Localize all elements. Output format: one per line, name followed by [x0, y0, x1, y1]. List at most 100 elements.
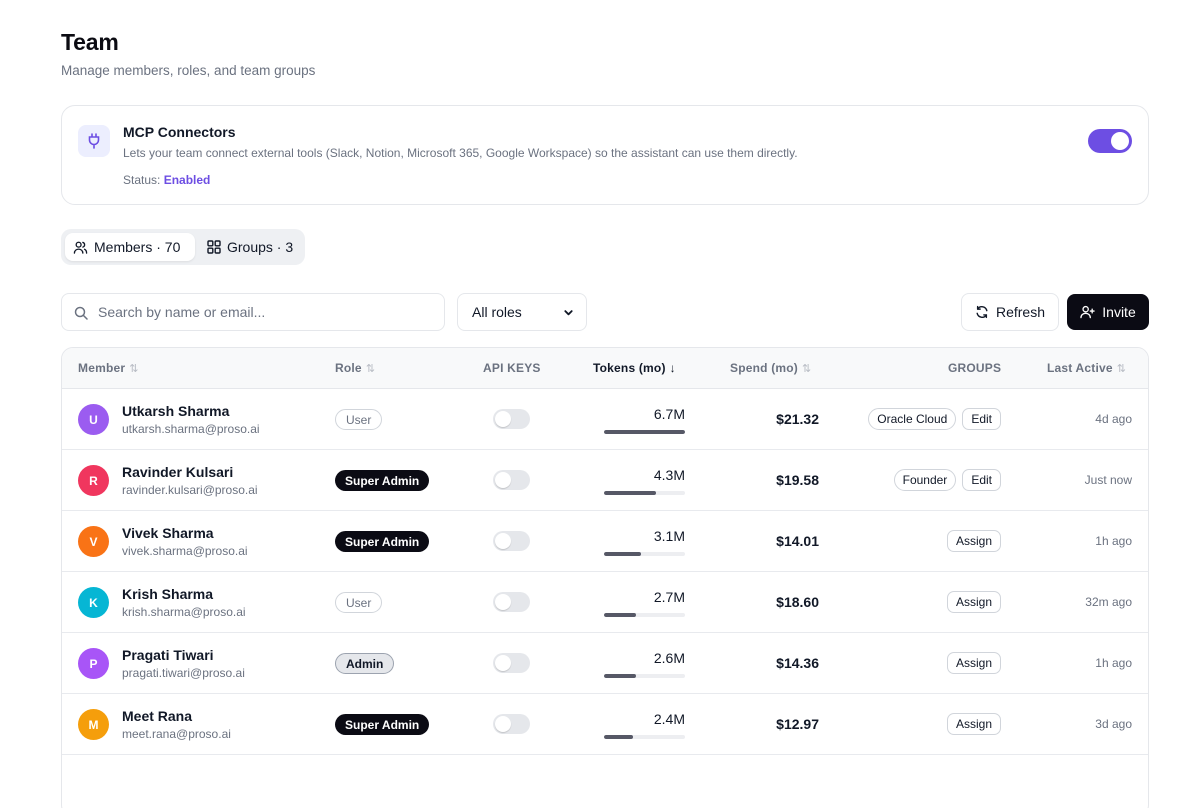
col-groups: GROUPS: [948, 361, 1002, 375]
edit-groups-button[interactable]: Edit: [962, 408, 1001, 430]
member-email: utkarsh.sharma@proso.ai: [122, 422, 260, 436]
refresh-label: Refresh: [995, 304, 1046, 320]
chevron-down-icon: [564, 310, 573, 316]
col-member[interactable]: Member ⇅: [78, 361, 139, 375]
groups-cell: Oracle Cloud Edit: [868, 408, 1001, 430]
tab-groups-label: Groups · 3: [227, 239, 294, 255]
assign-group-button[interactable]: Assign: [946, 713, 1001, 735]
spend-value: $14.36: [776, 655, 819, 671]
view-tabs: Members · 70 Groups · 3: [61, 229, 305, 265]
api-keys-toggle[interactable]: [493, 653, 530, 673]
assign-group-button[interactable]: Assign: [946, 591, 1001, 613]
assign-group-button[interactable]: Assign: [946, 652, 1001, 674]
last-active: Just now: [1084, 473, 1132, 487]
api-keys-toggle[interactable]: [493, 592, 530, 612]
mcp-status: Status: Enabled: [123, 173, 210, 187]
avatar: R: [78, 465, 109, 496]
table-row[interactable]: R Ravinder Kulsari ravinder.kulsari@pros…: [62, 450, 1148, 511]
member-name: Ravinder Kulsari: [122, 464, 234, 480]
mcp-status-label: Status:: [123, 173, 161, 187]
tokens-value: 2.4M: [653, 711, 685, 727]
sort-icon: ⇅: [1116, 362, 1127, 375]
avatar: U: [78, 404, 109, 435]
role-badge[interactable]: User: [335, 409, 383, 430]
mcp-toggle[interactable]: [1088, 129, 1132, 153]
groups-cell: Assign: [946, 652, 1001, 674]
member-name: Utkarsh Sharma: [122, 403, 230, 419]
sort-icon: ⇅: [802, 362, 812, 375]
col-last-active[interactable]: Last Active ⇅: [1047, 361, 1126, 375]
table-row[interactable]: V Vivek Sharma vivek.sharma@proso.ai Sup…: [62, 511, 1148, 572]
last-active: 1h ago: [1095, 534, 1132, 548]
tokens-bar: [604, 491, 685, 495]
spend-value: $21.32: [776, 411, 819, 427]
col-tokens[interactable]: Tokens (mo) ↓: [593, 361, 676, 375]
table-header: Member ⇅ Role ⇅ API KEYS Tokens (mo) ↓ Spen…: [62, 348, 1148, 389]
spend-value: $19.58: [776, 472, 819, 488]
last-active: 1h ago: [1095, 656, 1132, 670]
tokens-bar: [604, 674, 685, 678]
search-icon: [74, 306, 88, 320]
last-active: 4d ago: [1095, 412, 1132, 426]
page-title: Team: [61, 29, 119, 55]
role-badge[interactable]: Super Admin: [335, 531, 430, 552]
avatar: M: [78, 709, 109, 740]
api-keys-toggle[interactable]: [493, 470, 530, 490]
col-spend[interactable]: Spend (mo) ⇅: [730, 361, 811, 375]
assign-group-button[interactable]: Assign: [946, 530, 1001, 552]
members-table: Member ⇅ Role ⇅ API KEYS Tokens (mo) ↓ Spen…: [61, 347, 1149, 808]
groups-cell: Assign: [946, 591, 1001, 613]
last-active: 3d ago: [1095, 717, 1132, 731]
table-row[interactable]: K Krish Sharma krish.sharma@proso.ai Use…: [62, 572, 1148, 633]
table-row[interactable]: P Pragati Tiwari pragati.tiwari@proso.ai…: [62, 633, 1148, 694]
col-role[interactable]: Role ⇅: [335, 361, 375, 375]
edit-groups-button[interactable]: Edit: [962, 469, 1001, 491]
group-chip: Founder: [893, 469, 957, 491]
refresh-icon: [976, 305, 988, 319]
role-filter-select[interactable]: All roles: [457, 293, 587, 331]
refresh-button[interactable]: Refresh: [961, 293, 1059, 331]
member-name: Vivek Sharma: [122, 525, 214, 541]
member-name: Meet Rana: [122, 708, 193, 724]
search-box: [61, 293, 445, 331]
col-api-keys: API KEYS: [483, 361, 541, 375]
tokens-bar: [604, 735, 685, 739]
sort-icon: ⇅: [129, 362, 139, 375]
member-email: meet.rana@proso.ai: [122, 727, 231, 741]
tab-members[interactable]: Members · 70: [65, 233, 195, 261]
tokens-bar: [604, 613, 685, 617]
tokens-value: 4.3M: [653, 467, 685, 483]
table-row[interactable]: U Utkarsh Sharma utkarsh.sharma@proso.ai…: [62, 389, 1148, 450]
group-chip: Oracle Cloud: [868, 408, 957, 430]
avatar: P: [78, 648, 109, 679]
tokens-bar: [604, 430, 685, 434]
tokens-bar: [604, 552, 685, 556]
groups-cell: Founder Edit: [893, 469, 1001, 491]
tokens-value: 2.6M: [653, 650, 685, 666]
table-row[interactable]: M Meet Rana meet.rana@proso.ai Super Adm…: [62, 694, 1148, 755]
member-name: Pragati Tiwari: [122, 647, 214, 663]
api-keys-toggle[interactable]: [493, 409, 530, 429]
tab-groups[interactable]: Groups · 3: [199, 233, 301, 261]
last-active: 32m ago: [1085, 595, 1132, 609]
api-keys-toggle[interactable]: [493, 531, 530, 551]
avatar: K: [78, 587, 109, 618]
member-email: krish.sharma@proso.ai: [122, 605, 246, 619]
mcp-connectors-card: MCP Connectors Lets your team connect ex…: [61, 105, 1149, 205]
invite-button[interactable]: Invite: [1067, 294, 1149, 330]
spend-value: $18.60: [776, 594, 819, 610]
tab-members-label: Members · 70: [94, 239, 181, 255]
api-keys-toggle[interactable]: [493, 714, 530, 734]
plug-icon: [78, 125, 110, 157]
grid-icon: [207, 240, 221, 254]
user-plus-icon: [1080, 305, 1095, 319]
avatar: V: [78, 526, 109, 557]
role-badge[interactable]: User: [335, 592, 383, 613]
page-subtitle: Manage members, roles, and team groups: [61, 63, 316, 78]
role-badge[interactable]: Super Admin: [335, 470, 430, 491]
member-email: ravinder.kulsari@proso.ai: [122, 483, 258, 497]
role-badge[interactable]: Admin: [335, 653, 395, 674]
search-input[interactable]: [98, 302, 428, 322]
role-badge[interactable]: Super Admin: [335, 714, 430, 735]
role-filter-value: All roles: [472, 304, 522, 320]
